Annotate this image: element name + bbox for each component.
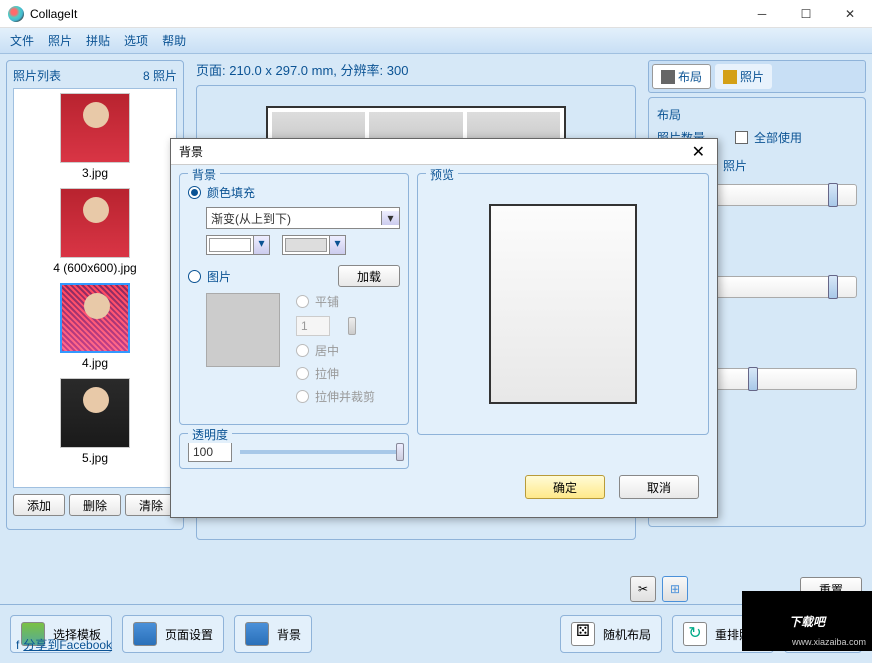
bg-group-label: 背景 <box>188 166 220 183</box>
image-radio-label: 图片 <box>207 268 231 285</box>
gradient-combo[interactable]: 渐变(从上到下)▾ <box>206 207 400 229</box>
center-radio <box>296 344 309 357</box>
refresh-icon <box>683 622 707 646</box>
load-button[interactable]: 加载 <box>338 265 400 287</box>
preview-label: 预览 <box>426 166 458 183</box>
page-icon <box>133 622 157 646</box>
menu-help[interactable]: 帮助 <box>162 32 186 49</box>
tab-photo[interactable]: 照片 <box>715 64 772 89</box>
crop-tool-button[interactable]: ✂ <box>630 576 656 602</box>
dialog-title: 背景 <box>179 143 203 160</box>
thumb-label: 5.jpg <box>14 451 176 465</box>
image-radio[interactable] <box>188 270 201 283</box>
close-button[interactable]: ✕ <box>828 0 872 28</box>
app-title: CollageIt <box>30 7 77 21</box>
thumbnail-scroll[interactable]: 3.jpg 4 (600x600).jpg 4.jpg 5.jpg <box>13 88 177 488</box>
thumbnail-item-selected[interactable]: 4.jpg <box>14 283 176 370</box>
use-all-checkbox[interactable] <box>735 131 748 144</box>
bg-icon <box>245 622 269 646</box>
color-1-picker[interactable]: ▾ <box>206 235 270 255</box>
tab-layout[interactable]: 布局 <box>652 64 711 89</box>
chevron-down-icon: ▾ <box>381 211 399 225</box>
photo-list-title: 照片列表 <box>13 67 61 84</box>
photos-unit: 照片 <box>723 157 747 174</box>
page-setup-button[interactable]: 页面设置 <box>122 615 224 653</box>
menu-collage[interactable]: 拼贴 <box>86 32 110 49</box>
app-icon <box>8 6 24 22</box>
thumbnail-item[interactable]: 5.jpg <box>14 378 176 465</box>
color-2-picker[interactable]: ▾ <box>282 235 346 255</box>
page-info: 页面: 210.0 x 297.0 mm, 分辨率: 300 <box>196 60 636 79</box>
thumbnail-item[interactable]: 3.jpg <box>14 93 176 180</box>
add-button[interactable]: 添加 <box>13 494 65 516</box>
thumb-label: 4.jpg <box>14 356 176 370</box>
share-facebook[interactable]: f 分享到Facebook <box>16 636 112 653</box>
dialog-close-button[interactable]: ✕ <box>688 142 709 162</box>
thumb-label: 3.jpg <box>14 166 176 180</box>
stretch-radio <box>296 367 309 380</box>
use-all-label: 全部使用 <box>754 129 802 146</box>
background-button[interactable]: 背景 <box>234 615 312 653</box>
crop-icon: ✂ <box>638 582 648 596</box>
ok-button[interactable]: 确定 <box>525 475 605 499</box>
tile-radio <box>296 295 309 308</box>
opacity-label: 透明度 <box>188 426 232 443</box>
facebook-icon: f <box>16 638 19 652</box>
maximize-button[interactable]: ☐ <box>784 0 828 28</box>
thumbnail-item[interactable]: 4 (600x600).jpg <box>14 188 176 275</box>
color-fill-radio[interactable] <box>188 186 201 199</box>
layout-icon <box>661 70 675 84</box>
cancel-button[interactable]: 取消 <box>619 475 699 499</box>
opacity-value[interactable] <box>188 442 232 462</box>
menu-file[interactable]: 文件 <box>10 32 34 49</box>
layout-group-label: 布局 <box>657 106 857 123</box>
grid-tool-button[interactable]: ⊞ <box>662 576 688 602</box>
watermark: 下载吧 www.xiazaiba.com <box>742 591 872 651</box>
photo-icon <box>723 70 737 84</box>
delete-button[interactable]: 删除 <box>69 494 121 516</box>
color-fill-label: 颜色填充 <box>207 184 255 201</box>
menu-options[interactable]: 选项 <box>124 32 148 49</box>
thumb-label: 4 (600x600).jpg <box>14 261 176 275</box>
panel-tabs: 布局 照片 <box>648 60 866 93</box>
tile-value <box>296 316 330 336</box>
background-dialog: 背景 ✕ 背景 颜色填充 渐变(从上到下)▾ ▾ ▾ 图片加载 平铺 居中 <box>170 138 718 518</box>
menu-photo[interactable]: 照片 <box>48 32 72 49</box>
menubar: 文件 照片 拼贴 选项 帮助 <box>0 28 872 54</box>
photo-count: 8 照片 <box>143 67 177 84</box>
tile-slider-handle <box>348 317 356 335</box>
random-button[interactable]: 随机布局 <box>560 615 662 653</box>
opacity-slider[interactable] <box>240 450 400 454</box>
stretch-crop-radio <box>296 390 309 403</box>
titlebar: CollageIt ─ ☐ ✕ <box>0 0 872 28</box>
grid-icon: ⊞ <box>670 582 680 596</box>
preview-canvas <box>489 204 637 404</box>
image-placeholder <box>206 293 280 367</box>
minimize-button[interactable]: ─ <box>740 0 784 28</box>
dice-icon <box>571 622 595 646</box>
